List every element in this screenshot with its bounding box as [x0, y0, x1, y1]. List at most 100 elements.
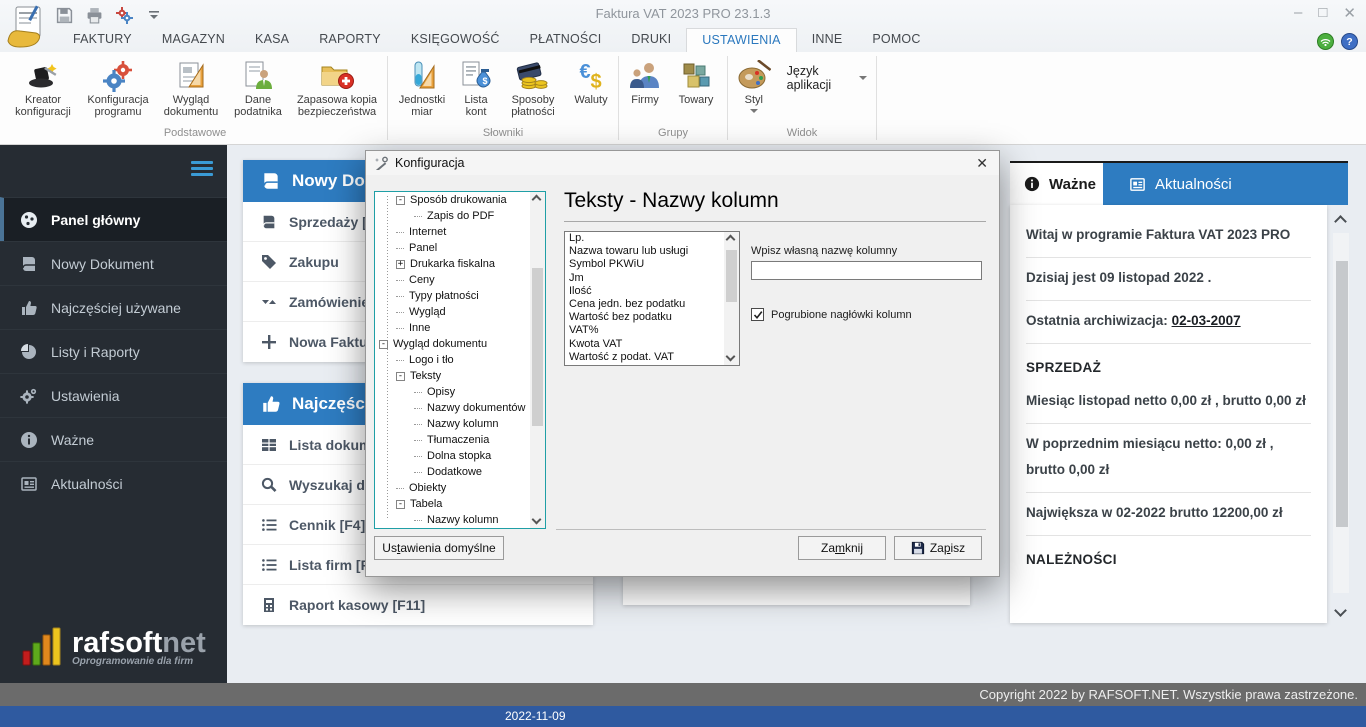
scroll-down-icon[interactable]	[725, 351, 736, 362]
listbox-item[interactable]: Jm	[565, 272, 739, 285]
scroll-down-icon[interactable]	[1334, 604, 1347, 617]
maximize-button[interactable]: □	[1318, 4, 1327, 22]
tree-item[interactable]: Wygląd	[409, 306, 446, 318]
tree-collapse-box[interactable]: -	[379, 339, 388, 349]
tree-item[interactable]: Obiekty	[409, 482, 446, 494]
checkbox-checked-icon[interactable]	[751, 308, 764, 321]
firmy-button[interactable]: Firmy	[622, 56, 668, 108]
tree-item[interactable]: Zapis do PDF	[427, 210, 494, 222]
close-button[interactable]: ✕	[1343, 4, 1356, 22]
tab-inne[interactable]: INNE	[797, 28, 858, 52]
tab-ustawienia[interactable]: USTAWIENIA	[686, 28, 797, 52]
sidebar-item-wazne[interactable]: Ważne	[0, 417, 227, 461]
hamburger-menu-icon[interactable]	[191, 161, 213, 176]
tree-item[interactable]: Tłumaczenia	[427, 434, 489, 446]
save-icon[interactable]	[54, 5, 74, 25]
tree-collapse-box[interactable]: -	[396, 195, 405, 205]
scrollbar-thumb[interactable]	[1336, 261, 1348, 527]
listbox-item[interactable]: Lp.	[565, 232, 739, 245]
tree-item[interactable]: Opisy	[427, 386, 455, 398]
tree-item[interactable]: Drukarka fiskalna	[410, 258, 495, 270]
dialog-close-icon[interactable]: ✕	[976, 155, 988, 172]
listbox-item[interactable]: Kwota VAT	[565, 338, 739, 351]
sidebar-item-aktualnosci[interactable]: Aktualności	[0, 461, 227, 505]
minimize-button[interactable]: –	[1294, 4, 1302, 22]
tree-item[interactable]: Inne	[409, 322, 430, 334]
scroll-up-icon[interactable]	[531, 194, 542, 205]
sidebar-item-panel-glowny[interactable]: Panel główny	[0, 197, 227, 241]
tree-item[interactable]: Nazwy kolumn	[427, 514, 499, 526]
scrollbar-thumb[interactable]	[532, 268, 543, 426]
print-icon[interactable]	[84, 5, 104, 25]
close-dialog-button[interactable]: Zamknij	[798, 536, 886, 560]
sidebar-item-najczesciej-uzywane[interactable]: Najczęściej używane	[0, 285, 227, 329]
listbox-item[interactable]: VAT%	[565, 324, 739, 337]
styl-button[interactable]: Styl	[731, 56, 777, 115]
tab-wazne[interactable]: Ważne	[1010, 163, 1103, 205]
tab-magazyn[interactable]: MAGAZYN	[147, 28, 240, 52]
tree-item[interactable]: Wygląd dokumentu	[393, 338, 487, 350]
tree-item[interactable]: Logo i tło	[409, 354, 454, 366]
tab-faktury[interactable]: FAKTURY	[58, 28, 147, 52]
settings-icon[interactable]	[114, 5, 134, 25]
tree-collapse-box[interactable]: -	[396, 371, 405, 381]
jezyk-aplikacji-button[interactable]: Język aplikacji	[787, 64, 867, 92]
panel-scrollbar[interactable]	[1332, 215, 1352, 617]
tree-item[interactable]: Panel	[409, 242, 437, 254]
tab-raporty[interactable]: RAPORTY	[304, 28, 396, 52]
tree-scrollbar[interactable]	[530, 192, 545, 528]
waluty-button[interactable]: € $ Waluty	[567, 56, 615, 108]
listbox-item[interactable]: Symbol PKWiU	[565, 258, 739, 271]
scrollbar-thumb[interactable]	[726, 250, 737, 302]
menu-item-raport-kasowy[interactable]: Raport kasowy [F11]	[243, 585, 593, 625]
tree-item[interactable]: Internet	[409, 226, 446, 238]
sidebar-item-listy-i-raporty[interactable]: Listy i Raporty	[0, 329, 227, 373]
towary-button[interactable]: Towary	[668, 56, 724, 108]
tab-ksiegowosc[interactable]: KSIĘGOWOŚĆ	[396, 28, 515, 52]
tree-collapse-box[interactable]: -	[396, 499, 405, 509]
tree-expand-box[interactable]: +	[396, 259, 405, 269]
tree-item-selected[interactable]: Nazwy kolumn	[427, 418, 499, 430]
custom-column-name-input[interactable]	[751, 261, 982, 280]
konfiguracja-programu-button[interactable]: Konfiguracja programu	[80, 56, 156, 120]
listbox-item[interactable]: Ilość	[565, 285, 739, 298]
lista-kont-button[interactable]: $ Lista kont	[453, 56, 499, 120]
jednostki-miar-button[interactable]: Jednostki miar	[391, 56, 453, 120]
tree-item[interactable]: Ceny	[409, 274, 435, 286]
defaults-button[interactable]: Ustawienia domyślne	[374, 536, 504, 560]
tree-item[interactable]: Sposób drukowania	[410, 194, 507, 206]
tab-druki[interactable]: DRUKI	[616, 28, 686, 52]
scroll-down-icon[interactable]	[531, 514, 542, 525]
listbox-item[interactable]: Cena jedn. bez podatku	[565, 298, 739, 311]
column-names-listbox[interactable]: Lp. Nazwa towaru lub usługi Symbol PKWiU…	[564, 231, 740, 366]
scroll-up-icon[interactable]	[725, 234, 736, 245]
tab-pomoc[interactable]: POMOC	[857, 28, 935, 52]
app-logo-icon[interactable]	[6, 3, 48, 49]
wyglad-dokumentu-button[interactable]: Wygląd dokumentu	[156, 56, 226, 120]
tab-kasa[interactable]: KASA	[240, 28, 304, 52]
qat-customize-icon[interactable]	[144, 5, 164, 25]
tab-platnosci[interactable]: PŁATNOŚCI	[515, 28, 617, 52]
tree-item[interactable]: Dodatkowe	[427, 466, 482, 478]
tree-item[interactable]: Typy płatności	[409, 290, 479, 302]
dialog-title-bar[interactable]: Konfiguracja ✕	[366, 151, 999, 175]
sposoby-platnosci-button[interactable]: Sposoby płatności	[499, 56, 567, 120]
save-dialog-button[interactable]: Zapisz	[894, 536, 982, 560]
kreator-konfiguracji-button[interactable]: Kreator konfiguracji	[6, 56, 80, 120]
tree-item[interactable]: Tabela	[410, 498, 442, 510]
tree-item[interactable]: Nazwy dokumentów	[427, 402, 525, 414]
scrollbar-track[interactable]	[1333, 233, 1349, 593]
listbox-item[interactable]: Nazwa towaru lub usługi	[565, 245, 739, 258]
zapasowa-kopia-button[interactable]: Zapasowa kopia bezpieczeństwa	[290, 56, 384, 120]
bold-headers-checkbox-row[interactable]: Pogrubione nagłówki kolumn	[751, 308, 912, 321]
sidebar-item-ustawienia[interactable]: Ustawienia	[0, 373, 227, 417]
sidebar-item-nowy-dokument[interactable]: Nowy Dokument	[0, 241, 227, 285]
listbox-scrollbar[interactable]	[724, 232, 739, 365]
tab-aktualnosci[interactable]: Aktualności	[1103, 163, 1348, 205]
tree-item[interactable]: Teksty	[410, 370, 441, 382]
settings-tree[interactable]: - Sposób drukowania Zapis do PDF Internet…	[374, 191, 546, 529]
archive-date-link[interactable]: 02-03-2007	[1172, 313, 1241, 328]
listbox-item[interactable]: Wartość z podat. VAT	[565, 351, 739, 364]
dane-podatnika-button[interactable]: Dane podatnika	[226, 56, 290, 120]
tree-item[interactable]: Dolna stopka	[427, 450, 491, 462]
